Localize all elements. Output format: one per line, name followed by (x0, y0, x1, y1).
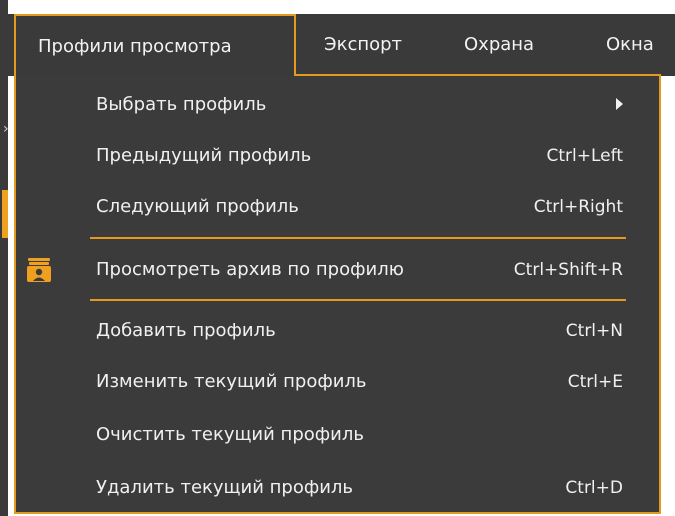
menu-separator (90, 237, 626, 239)
menu-separator (90, 299, 626, 301)
app-window: › Профили просмотра Экспорт Охрана Окна … (0, 0, 675, 516)
submenu-arrow-icon (616, 98, 623, 110)
menu-item-shortcut: Ctrl+Left (546, 146, 623, 166)
menu-item-select-profile[interactable]: Выбрать профиль (16, 78, 659, 132)
profiles-dropdown-menu: Выбрать профиль Предыдущий профиль Ctrl+… (14, 74, 661, 514)
menu-item-view-archive-by-profile[interactable]: Просмотреть архив по профилю Ctrl+Shift+… (16, 243, 659, 297)
menu-item-shortcut: Ctrl+E (567, 372, 623, 392)
menu-item-shortcut: Ctrl+N (565, 321, 623, 341)
menu-export[interactable]: Экспорт (324, 14, 402, 76)
menu-item-label: Следующий профиль (96, 196, 299, 217)
chevron-right-icon: › (3, 121, 9, 137)
menu-item-shortcut: Ctrl+D (565, 478, 623, 498)
menu-item-shortcut: Ctrl+Right (533, 197, 623, 217)
menu-security[interactable]: Охрана (464, 14, 534, 76)
menu-windows[interactable]: Окна (606, 14, 654, 76)
archive-profile-icon (24, 255, 54, 285)
menu-item-label: Добавить профиль (96, 320, 276, 341)
menu-item-label: Очистить текущий профиль (96, 424, 364, 445)
menu-item-label: Предыдущий профиль (96, 145, 312, 166)
menu-item-delete-current-profile[interactable]: Удалить текущий профиль Ctrl+D (16, 461, 659, 515)
app-background-strip (0, 0, 8, 516)
menu-item-label: Удалить текущий профиль (96, 477, 354, 498)
menu-item-add-profile[interactable]: Добавить профиль Ctrl+N (16, 304, 659, 358)
menu-item-edit-current-profile[interactable]: Изменить текущий профиль Ctrl+E (16, 355, 659, 409)
menu-item-label: Изменить текущий профиль (96, 371, 367, 392)
menu-item-previous-profile[interactable]: Предыдущий профиль Ctrl+Left (16, 129, 659, 183)
menu-item-shortcut: Ctrl+Shift+R (513, 260, 623, 280)
app-accent-marker (2, 190, 8, 238)
menu-item-clear-current-profile[interactable]: Очистить текущий профиль (16, 408, 659, 462)
menu-item-label: Просмотреть архив по профилю (96, 259, 404, 280)
menu-bar: Профили просмотра Экспорт Охрана Окна (8, 14, 675, 76)
menu-item-next-profile[interactable]: Следующий профиль Ctrl+Right (16, 180, 659, 234)
menu-view-profiles[interactable]: Профили просмотра (14, 14, 296, 76)
menu-item-label: Выбрать профиль (96, 94, 267, 115)
